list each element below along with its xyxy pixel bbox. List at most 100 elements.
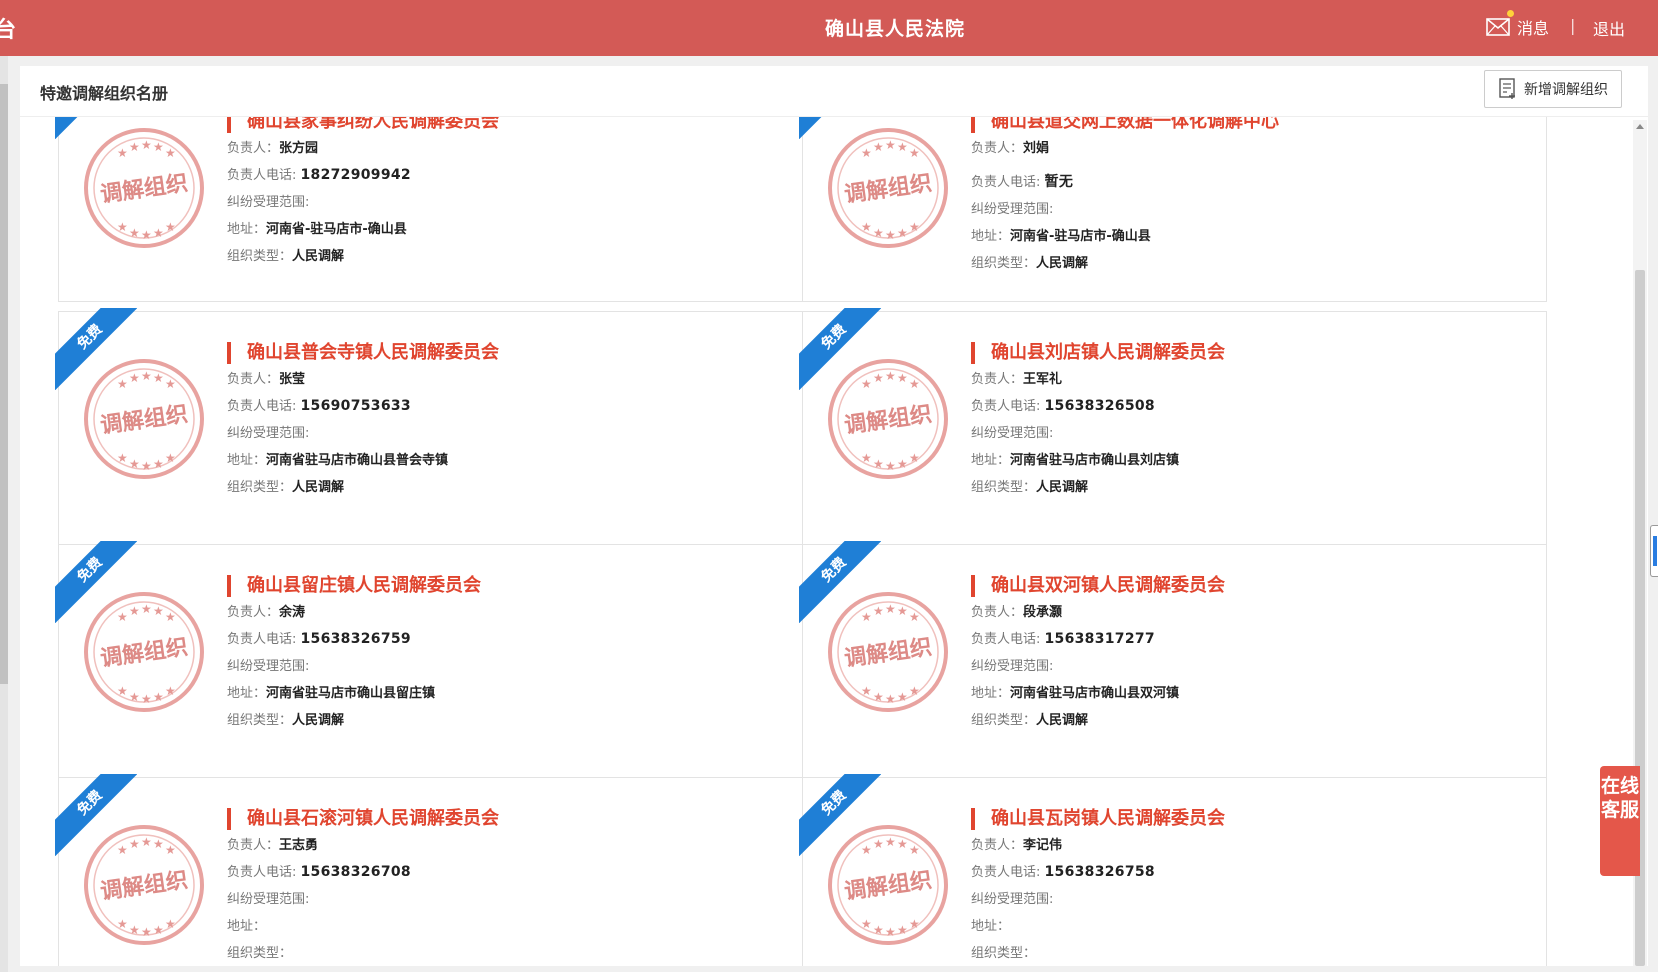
svg-text:★: ★ [897,604,908,618]
address-label: 地址： [971,229,1011,244]
head-name-label: 负责人： [227,838,280,853]
messages-button[interactable]: 消息 [1486,10,1549,39]
organization-type-value: 人民调解 [1036,713,1089,728]
svg-text:★: ★ [153,371,164,385]
dispute-scope-label: 纠纷受理范围: [971,202,1054,217]
add-organization-button[interactable]: 新增调解组织 [1484,70,1622,108]
dispute-scope-row: 纠纷受理范围: [227,888,309,907]
svg-text:★: ★ [861,377,872,391]
mediation-stamp-icon: ★ ★ ★ ★ ★ ★ ★ ★ ★ ★ 调解组织 [84,359,204,479]
address-label: 地址： [227,919,267,934]
dispute-scope-row: 纠纷受理范围: [227,191,309,210]
svg-text:★: ★ [885,228,896,242]
mediation-stamp-icon: ★ ★ ★ ★ ★ ★ ★ ★ ★ ★ 调解组织 [828,359,948,479]
organization-card[interactable]: 免费 ★ ★ ★ ★ ★ ★ ★ ★ ★ ★ 调解组织 确山县普会寺镇人民调解委员会 负责人：张… [55,308,803,553]
svg-text:★: ★ [885,459,896,473]
dispute-scope-label: 纠纷受理范围: [227,659,310,674]
head-phone-row: 负责人电话: 15690753633 [227,395,411,414]
dispute-scope-label: 纠纷受理范围: [971,892,1054,907]
head-phone-row: 负责人电话: 15638326708 [227,861,411,880]
organization-name[interactable]: 确山县双河镇人民调解委员会 [971,575,1225,597]
svg-text:★: ★ [909,917,920,931]
svg-text:★: ★ [873,690,884,704]
organization-name[interactable]: 确山县刘店镇人民调解委员会 [971,342,1225,364]
svg-text:★: ★ [873,923,884,937]
organization-name[interactable]: 确山县石滚河镇人民调解委员会 [227,808,499,830]
organization-name[interactable]: 确山县留庄镇人民调解委员会 [227,575,481,597]
head-name-row: 负责人：李记伟 [971,834,1062,853]
top-bar: 台 确山县人民法院 消息 | 退出 [0,0,1658,56]
side-drawer-handle[interactable] [1650,525,1658,577]
svg-text:★: ★ [873,604,884,618]
organization-card[interactable]: 免费 ★ ★ ★ ★ ★ ★ ★ ★ ★ ★ 调解组织 确山县瓦岗镇人民调解委员会 负责人：李记… [799,774,1547,966]
organization-stamp: ★ ★ ★ ★ ★ ★ ★ ★ ★ ★ 调解组织 [79,820,209,950]
organization-type-label: 组织类型： [227,946,293,961]
head-phone-value: 15638317277 [1044,631,1155,647]
svg-text:★: ★ [165,610,176,624]
organization-type-row: 组织类型：人民调解 [227,245,344,264]
svg-text:★: ★ [885,369,896,383]
svg-text:★: ★ [141,369,152,383]
head-name-value: 王军礼 [1023,372,1063,387]
online-service-button[interactable]: 在线客服 [1600,766,1640,876]
head-name-row: 负责人：余涛 [227,601,305,620]
svg-text:★: ★ [117,220,128,234]
svg-text:★: ★ [141,692,152,706]
organization-card[interactable]: 免费 ★ ★ ★ ★ ★ ★ ★ ★ ★ ★ 调解组织 确山县石滚河镇人民调解委员会 负责人：王… [55,774,803,966]
head-name-label: 负责人： [971,372,1024,387]
svg-text:★: ★ [153,457,164,471]
address-row: 地址：河南省驻马店市确山县双河镇 [971,682,1179,701]
svg-text:调解组织: 调解组织 [843,634,934,672]
organization-type-value: 人民调解 [292,249,345,264]
organization-card[interactable]: 免费 ★ ★ ★ ★ ★ ★ ★ ★ ★ ★ 调解组织 确山县刘店镇人民调解委员会 负责人：王军… [799,308,1547,553]
address-row: 地址：河南省-驻马店市-确山县 [971,225,1151,244]
svg-text:★: ★ [897,457,908,471]
svg-text:★: ★ [153,923,164,937]
organization-name[interactable]: 确山县瓦岗镇人民调解委员会 [971,808,1225,830]
svg-text:★: ★ [117,843,128,857]
scroll-up-arrow-icon[interactable] [1636,124,1644,129]
svg-text:★: ★ [129,140,140,154]
organization-card[interactable]: 免费 ★ ★ ★ ★ ★ ★ ★ ★ ★ ★ 调解组织 确山县留庄镇人民调解委员会 负责人：余涛… [55,541,803,786]
unread-dot [1507,10,1514,17]
dispute-scope-row: 纠纷受理范围: [971,888,1053,907]
left-scrollbar[interactable] [0,56,8,972]
svg-text:★: ★ [117,684,128,698]
organization-stamp: ★ ★ ★ ★ ★ ★ ★ ★ ★ ★ 调解组织 [79,123,209,253]
head-phone-value: 15638326758 [1044,864,1155,880]
organization-type-value: 人民调解 [1036,256,1089,271]
organization-card[interactable]: 免费 ★ ★ ★ ★ ★ ★ ★ ★ ★ ★ 调解组织 确山县双河镇人民调解委员会 负责人：段承… [799,541,1547,786]
svg-text:★: ★ [141,835,152,849]
address-label: 地址： [971,453,1011,468]
head-name-value: 张莹 [279,372,306,387]
organization-type-label: 组织类型： [971,946,1037,961]
head-phone-row: 负责人电话: 暂无 [971,171,1073,191]
head-phone-value: 暂无 [1044,174,1074,190]
svg-text:★: ★ [153,226,164,240]
left-scrollbar-thumb[interactable] [0,84,8,684]
page-title: 特邀调解组织名册 [40,84,169,103]
logout-button[interactable]: 退出 [1593,16,1625,40]
head-phone-label: 负责人电话: [971,632,1045,647]
svg-text:★: ★ [117,451,128,465]
svg-text:★: ★ [165,843,176,857]
head-phone-value: 15638326508 [1044,398,1155,414]
organization-name[interactable]: 确山县普会寺镇人民调解委员会 [227,342,499,364]
svg-text:调解组织: 调解组织 [843,401,934,439]
organization-type-label: 组织类型： [971,256,1037,271]
panel-header: 特邀调解组织名册 新增调解组织 [20,66,1648,117]
svg-text:★: ★ [885,925,896,939]
head-phone-value: 15638326708 [300,864,411,880]
head-name-value: 张方园 [279,141,319,156]
organization-type-row: 组织类型：人民调解 [971,252,1088,271]
head-phone-label: 负责人电话: [227,399,301,414]
svg-text:★: ★ [909,451,920,465]
mediation-stamp-icon: ★ ★ ★ ★ ★ ★ ★ ★ ★ ★ 调解组织 [828,592,948,712]
svg-text:★: ★ [165,451,176,465]
head-phone-row: 负责人电话: 15638326508 [971,395,1155,414]
address-value: 河南省-驻马店市-确山县 [1010,229,1151,244]
dispute-scope-label: 纠纷受理范围: [227,426,310,441]
head-phone-label: 负责人电话: [971,175,1045,190]
svg-text:★: ★ [909,684,920,698]
organization-type-value: 人民调解 [292,480,345,495]
